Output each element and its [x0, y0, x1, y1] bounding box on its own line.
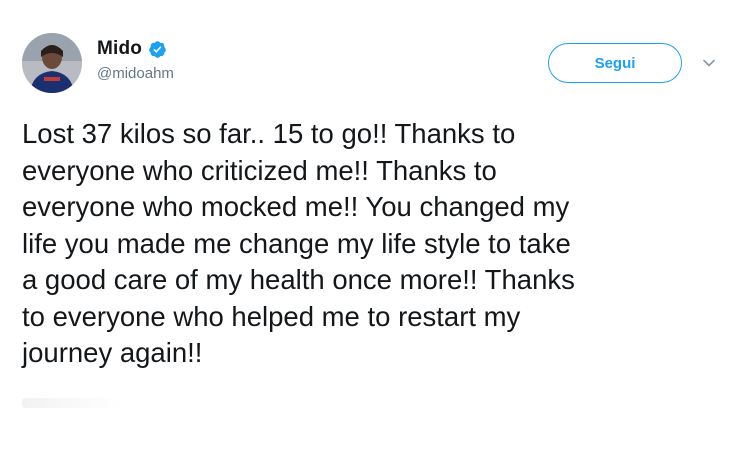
avatar-photo	[22, 33, 82, 93]
tweet-text-line: everyone who criticized me!! Thanks to	[22, 154, 497, 186]
tweet-text-line: to everyone who helped me to restart my	[22, 300, 521, 332]
tweet-text-line: journey again!!	[22, 337, 203, 368]
display-name[interactable]: Mido	[97, 38, 142, 60]
user-handle[interactable]: @midoahm	[97, 65, 174, 82]
tweet-text-line: everyone who mocked me!! You changed my	[22, 191, 570, 222]
name-row: Mido	[97, 38, 167, 60]
tweet-card: Mido @midoahm Segui Lost 37 kilos so far…	[0, 0, 738, 462]
follow-button[interactable]: Segui	[548, 43, 682, 83]
tweet-text-line: life you made me change my life style to…	[22, 227, 571, 259]
tweet-text: Lost 37 kilos so far.. 15 to go!! Thanks…	[22, 116, 727, 372]
faded-timestamp	[22, 398, 122, 408]
verified-badge-icon	[149, 40, 166, 58]
tweet-text-line: Lost 37 kilos so far.. 15 to go!! Thanks…	[22, 118, 516, 149]
chevron-down-icon[interactable]	[702, 56, 716, 70]
avatar[interactable]	[22, 33, 82, 93]
tweet-text-line: a good care of my health once more!! Tha…	[22, 264, 575, 295]
